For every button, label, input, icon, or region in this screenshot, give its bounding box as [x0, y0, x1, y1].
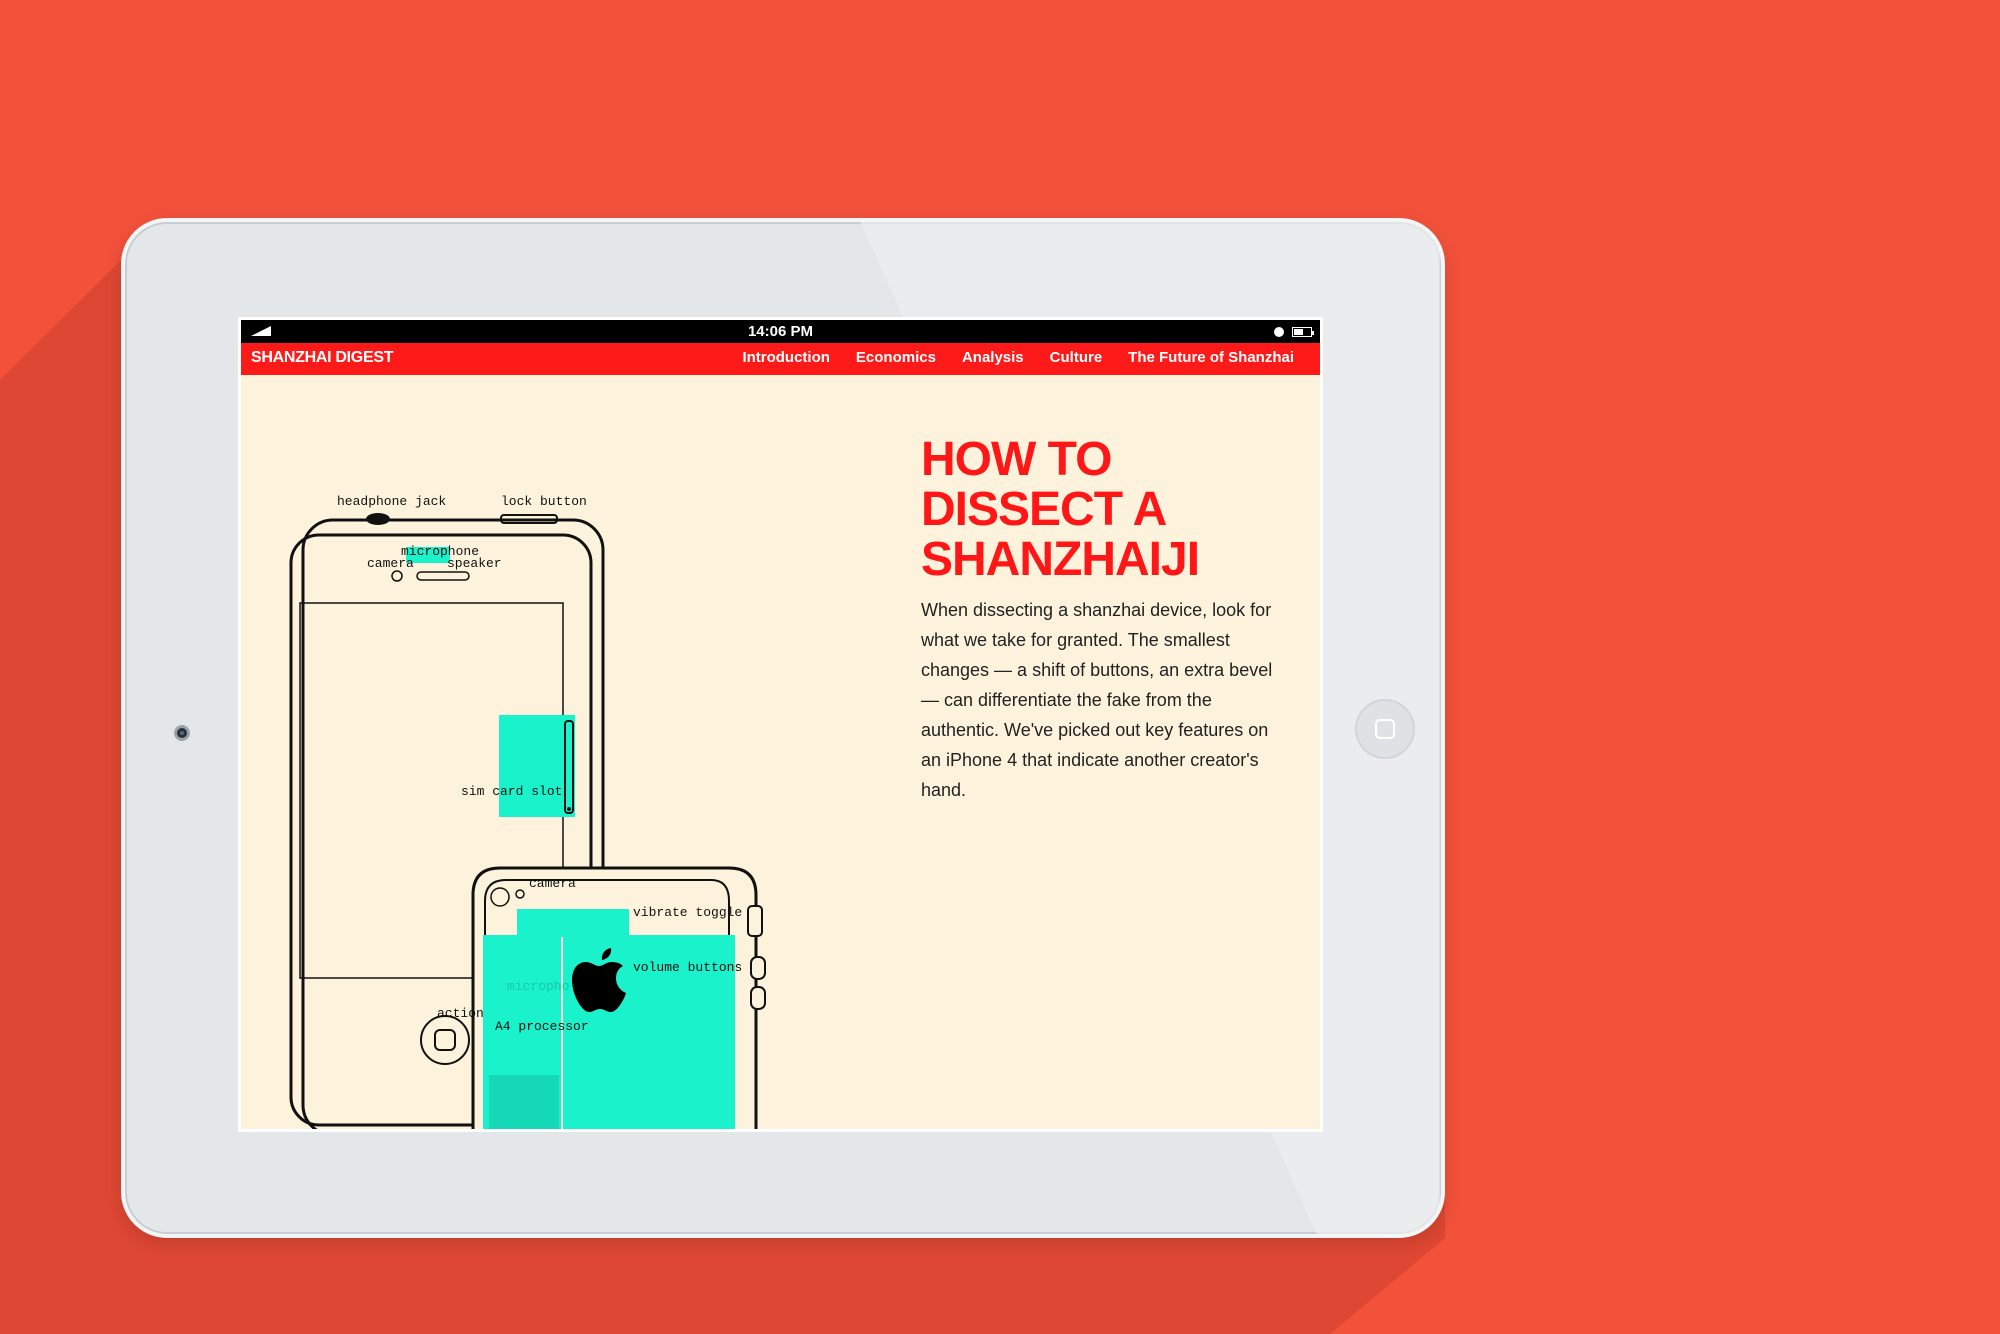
label-headphone-jack: headphone jack — [337, 494, 446, 509]
battery-icon — [1292, 327, 1314, 337]
label-camera-front: camera — [367, 556, 414, 571]
article-body: When dissecting a shanzhai device, look … — [921, 600, 1273, 800]
home-button[interactable] — [1355, 699, 1415, 759]
status-bar: 14:06 PM — [241, 320, 1320, 343]
label-sim-card-slot: sim card slot — [461, 784, 562, 799]
nav-economics[interactable]: Economics — [856, 349, 936, 366]
iphone-dissection-diagram: headphone jack lock button microphone ca… — [289, 494, 766, 1129]
ipad-screen: 14:06 PM SHANZHAI DIGEST Introduction Ec… — [238, 317, 1323, 1132]
label-a4-processor: A4 processor — [495, 1019, 589, 1034]
vibrate-toggle-icon — [747, 905, 763, 937]
ipad-frame: 14:06 PM SHANZHAI DIGEST Introduction Ec… — [121, 218, 1445, 1238]
clock-icon — [1274, 327, 1284, 337]
headphone-jack-icon — [366, 513, 390, 525]
label-volume-buttons: volume buttons — [633, 960, 742, 975]
headline-line-3: SHANZHAIJI — [921, 533, 1200, 586]
volume-up-icon — [750, 956, 766, 980]
brand-logo[interactable]: SHANZHAI DIGEST — [251, 349, 393, 367]
status-time: 14:06 PM — [747, 323, 814, 340]
label-speaker: speaker — [447, 556, 502, 571]
front-camera-dot-icon — [391, 570, 403, 582]
nav-future-of-shanzhai[interactable]: The Future of Shanzhai — [1128, 349, 1294, 366]
home-button-icon — [420, 1015, 470, 1065]
headline-line-2: DISSECT A — [921, 483, 1167, 536]
top-nav: SHANZHAI DIGEST Introduction Economics A… — [241, 343, 1320, 375]
label-lock-button: lock button — [501, 494, 587, 509]
nav-analysis[interactable]: Analysis — [962, 349, 1024, 366]
label-camera-back: camera — [529, 876, 576, 891]
vibrate-toggle-highlight — [517, 909, 629, 937]
volume-down-icon — [750, 986, 766, 1010]
nav-links: Introduction Economics Analysis Culture … — [742, 349, 1294, 366]
a4-processor-highlight — [489, 1075, 559, 1129]
label-vibrate-toggle: vibrate toggle — [633, 905, 742, 920]
headline-line-1: HOW TO — [921, 433, 1112, 486]
sim-card-highlight — [499, 715, 575, 817]
nav-introduction[interactable]: Introduction — [742, 349, 829, 366]
article-headline: HOW TO DISSECT A SHANZHAIJI — [921, 435, 1281, 585]
front-camera-icon — [174, 725, 190, 741]
nav-culture[interactable]: Culture — [1050, 349, 1103, 366]
label-action: action — [437, 1006, 484, 1021]
label-microphone-back: micropho — [507, 979, 569, 994]
home-square-icon — [1375, 719, 1395, 739]
speaker-grille-icon — [416, 571, 470, 581]
